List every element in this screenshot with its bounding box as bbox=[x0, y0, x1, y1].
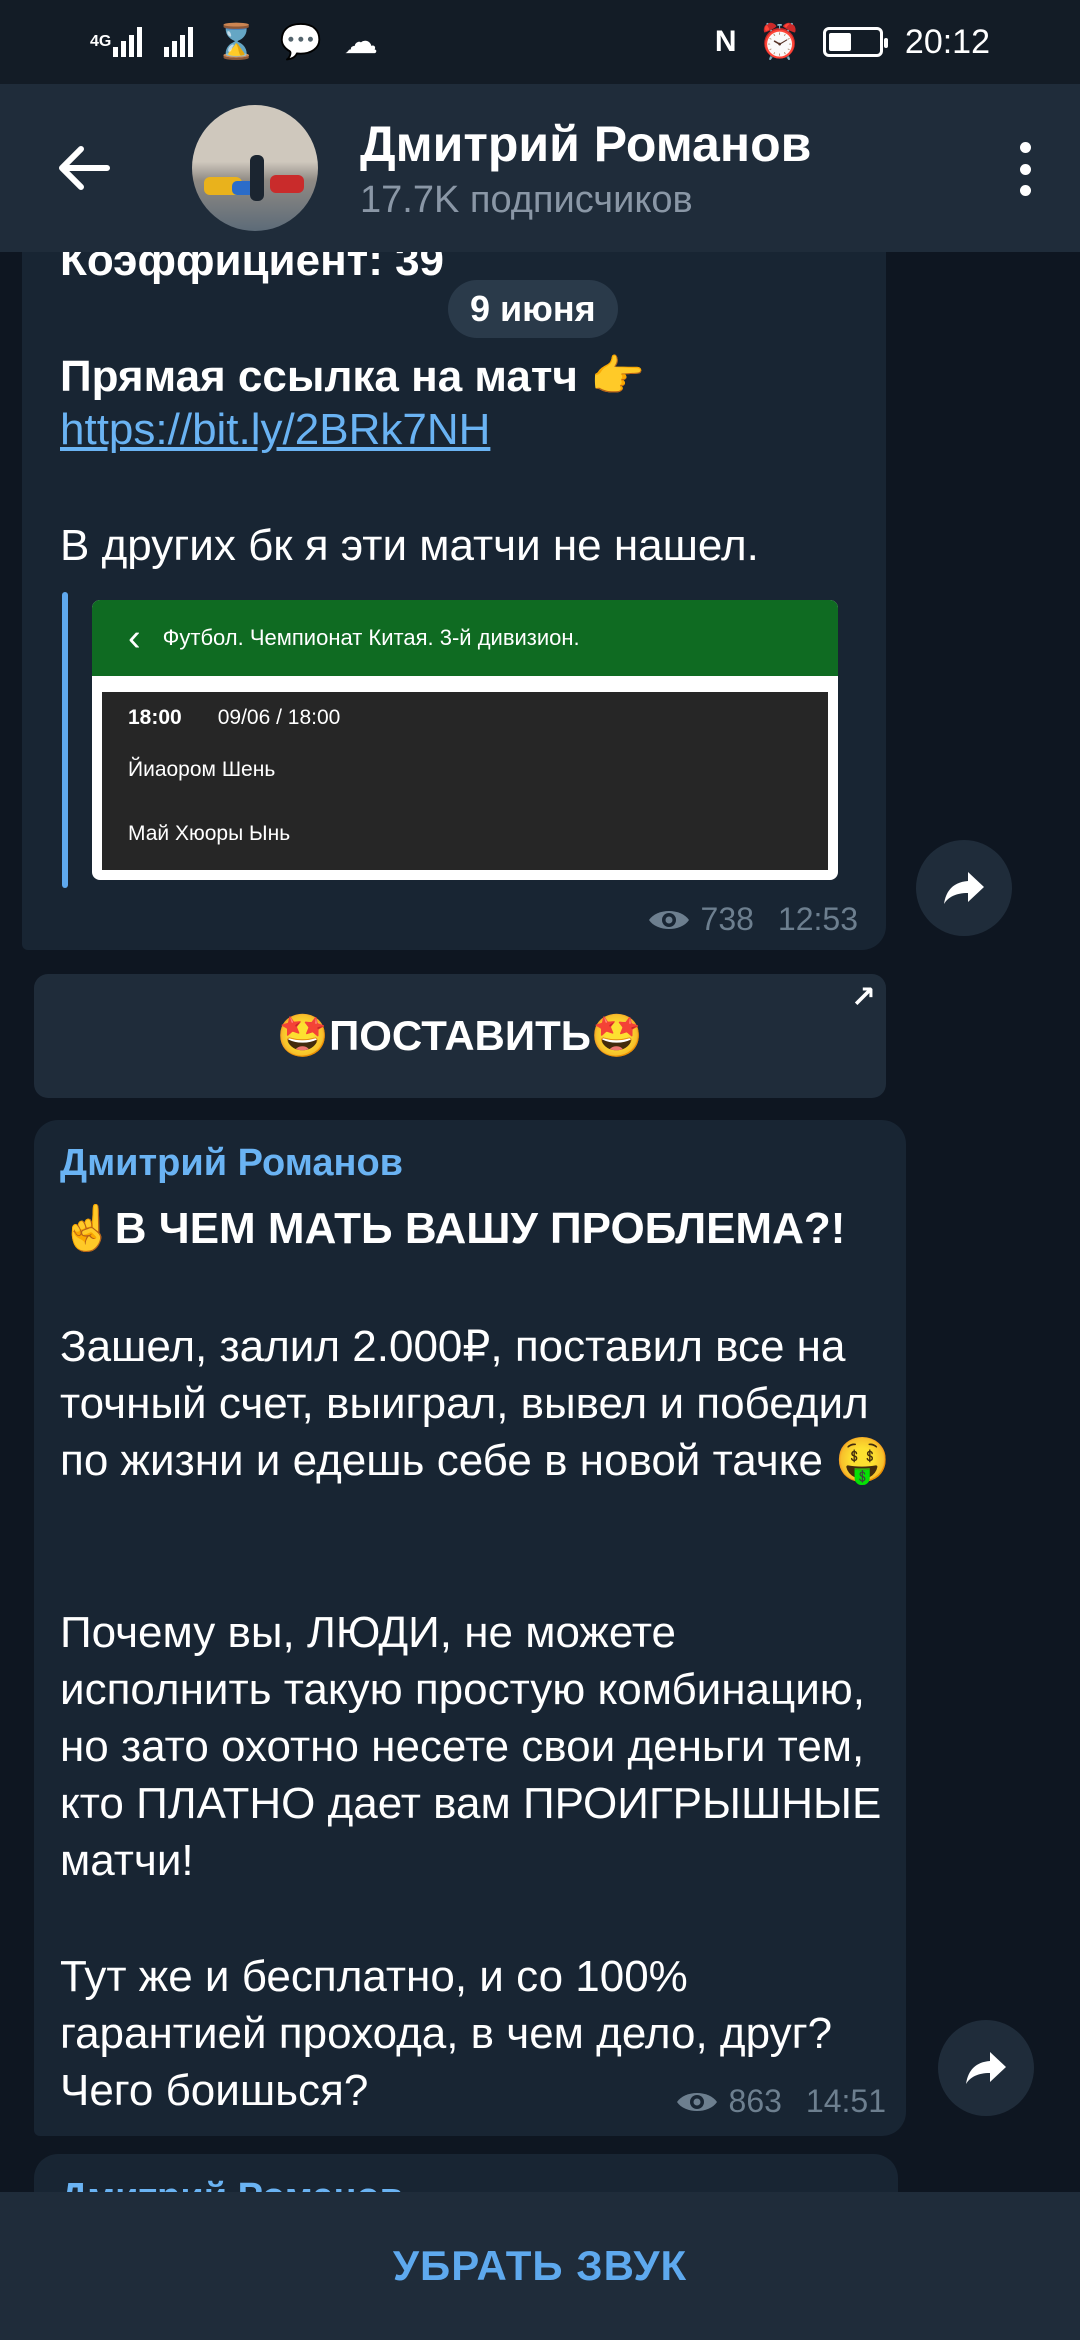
alarm-icon: ⏰ bbox=[758, 23, 801, 61]
status-bar: 4G ⌛ 💬 ☁ N ⏰ 20:12 bbox=[0, 0, 1080, 84]
chat-header: Дмитрий Романов 17.7K подписчиков bbox=[0, 84, 1080, 252]
preview-team1: Йиаором Шень bbox=[128, 758, 276, 781]
eye-icon bbox=[676, 2092, 717, 2111]
message-title: ☝️В ЧЕМ МАТЬ ВАШУ ПРОБЛЕМА?! bbox=[60, 1204, 846, 1253]
direct-link-label: Прямая ссылка на матч 👉 bbox=[60, 352, 645, 401]
status-left: 4G ⌛ 💬 ☁ bbox=[90, 22, 378, 62]
preview-team2: Май Хюоры Ынь bbox=[128, 822, 291, 845]
message-time: 14:51 bbox=[805, 2083, 886, 2119]
signal-icon bbox=[164, 22, 194, 62]
network-label: 4G bbox=[90, 33, 112, 50]
share-arrow-icon bbox=[966, 2052, 1006, 2084]
share-button[interactable] bbox=[916, 840, 1012, 936]
mute-button[interactable]: УБРАТЬ ЗВУК bbox=[393, 2242, 687, 2290]
bottom-bar: УБРАТЬ ЗВУК bbox=[0, 2192, 1080, 2340]
subscriber-count: 17.7K подписчиков bbox=[360, 178, 693, 221]
eye-icon bbox=[648, 910, 689, 929]
link-preview-image[interactable]: ‹ Футбол. Чемпионат Китая. 3-й дивизион.… bbox=[92, 600, 838, 880]
preview-accent-bar bbox=[62, 592, 68, 888]
date-separator: 9 июня bbox=[448, 280, 618, 338]
preview-datetime: 09/06 / 18:00 bbox=[217, 706, 341, 729]
match-link[interactable]: https://bit.ly/2BRk7NH bbox=[60, 405, 490, 455]
view-count: 738 bbox=[700, 901, 754, 937]
preview-body: 18:00 09/06 / 18:00 Йиаором Шень Май Хюо… bbox=[102, 692, 828, 870]
message-author: Дмитрий Романов bbox=[60, 1142, 404, 1184]
preview-header: ‹ Футбол. Чемпионат Китая. 3-й дивизион. bbox=[92, 600, 838, 676]
hourglass-icon: ⌛ bbox=[215, 23, 258, 61]
external-link-icon: ↗ bbox=[850, 981, 876, 1014]
header-info[interactable]: Дмитрий Романов 17.7K подписчиков bbox=[360, 115, 811, 222]
chevron-left-icon: ‹ bbox=[128, 616, 141, 659]
message-time: 12:53 bbox=[777, 901, 858, 937]
preview-title: Футбол. Чемпионат Китая. 3-й дивизион. bbox=[162, 625, 580, 650]
arrow-left-icon bbox=[59, 146, 110, 190]
share-button[interactable] bbox=[938, 2020, 1034, 2116]
bet-button-label: 🤩ПОСТАВИТЬ🤩 bbox=[276, 1011, 644, 1059]
message-paragraph: Зашел, залил 2.000₽, поставил все на точ… bbox=[60, 1322, 890, 1485]
message-paragraph: Почему вы, ЛЮДИ, не можете исполнить так… bbox=[60, 1608, 882, 1885]
channel-avatar[interactable] bbox=[192, 105, 318, 231]
bet-inline-button[interactable]: 🤩ПОСТАВИТЬ🤩 ↗ bbox=[34, 974, 886, 1098]
signal-4g-icon: 4G bbox=[90, 22, 143, 62]
channel-name: Дмитрий Романов bbox=[360, 115, 812, 172]
chat-bubble-icon: 💬 bbox=[279, 23, 323, 61]
status-right: N ⏰ 20:12 bbox=[715, 22, 990, 62]
share-arrow-icon bbox=[944, 872, 984, 904]
cloud-icon: ☁ bbox=[344, 23, 379, 61]
preview-time: 18:00 bbox=[128, 706, 182, 729]
message-text: В других бк я эти матчи не нашел. bbox=[60, 521, 759, 570]
battery-icon bbox=[822, 27, 888, 57]
more-menu-button[interactable] bbox=[1010, 134, 1040, 204]
view-count: 863 bbox=[728, 2083, 782, 2119]
message-meta: 863 14:51 bbox=[675, 2083, 886, 2120]
message-meta: 738 12:53 bbox=[647, 901, 858, 938]
back-button[interactable] bbox=[34, 118, 134, 218]
nfc-icon: N bbox=[714, 25, 737, 58]
status-time: 20:12 bbox=[904, 22, 990, 61]
